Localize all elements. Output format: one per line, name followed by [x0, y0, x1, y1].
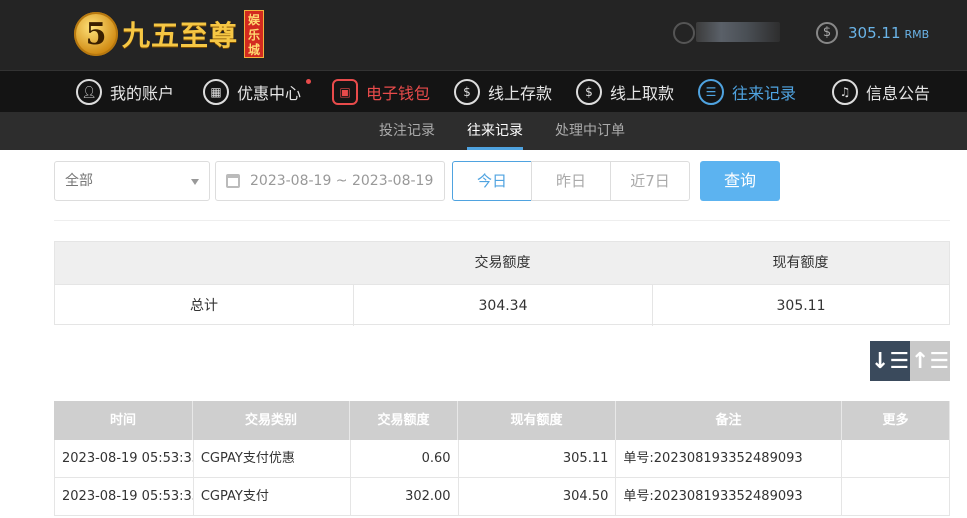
- main-nav: 👤︎ 我的账户 ▦ 优惠中心 ▣ 电子钱包 $ 线上存款 $ 线上取款 ☰ 往来…: [0, 70, 967, 112]
- summary-table: 交易额度 现有额度 总计 304.34 305.11: [54, 241, 950, 326]
- balance-amount: 305.11: [848, 24, 901, 42]
- nav-label: 信息公告: [866, 84, 931, 103]
- sort-ascending-button[interactable]: ↑☰: [910, 341, 950, 381]
- sub-nav: 投注记录 往来记录 处理中订单: [0, 112, 967, 150]
- nav-label: 线上存款: [488, 84, 553, 103]
- column-header-time: 时间: [54, 401, 193, 440]
- balance-unit: RMB: [904, 28, 930, 41]
- calendar-icon: [226, 174, 240, 188]
- divider: [54, 220, 950, 221]
- summary-header: 交易额度 现有额度: [55, 242, 949, 284]
- segment-today[interactable]: 今日: [452, 161, 532, 201]
- cell-time: 2023-08-19 05:53:35: [55, 478, 194, 515]
- user-icon: 👤︎: [76, 79, 102, 105]
- cell-more[interactable]: [842, 478, 951, 515]
- summary-header-cell: 交易额度: [474, 255, 531, 271]
- summary-cell: 304.34: [353, 285, 652, 326]
- cell-amount: 302.00: [351, 478, 459, 515]
- nav-label: 电子钱包: [366, 84, 431, 103]
- summary-header-cell: [55, 242, 353, 284]
- sort-desc-icon: ↓☰: [870, 348, 910, 374]
- cell-type: CGPAY支付: [194, 478, 351, 515]
- type-select[interactable]: 全部: [54, 161, 210, 201]
- cell-amount: 0.60: [351, 440, 459, 477]
- summary-cell: 305.11: [652, 285, 949, 326]
- deposit-icon: $: [454, 79, 480, 105]
- logo-text: 九五至尊: [122, 19, 239, 52]
- dollar-icon: $: [816, 22, 838, 44]
- query-button[interactable]: 查询: [700, 161, 780, 201]
- cell-more[interactable]: [842, 440, 951, 477]
- records-table: 时间 交易类别 交易额度 现有额度 备注 更多 2023-08-19 05:53…: [54, 401, 951, 516]
- summary-header-cell: 现有额度: [772, 255, 829, 271]
- logo-seal: 娱乐城: [244, 10, 265, 58]
- cell-remark: 单号:202308193352489093: [616, 478, 843, 515]
- nav-promotions[interactable]: ▦ 优惠中心: [203, 77, 312, 107]
- nav-label: 优惠中心: [237, 84, 302, 103]
- sort-asc-icon: ↑☰: [910, 348, 950, 374]
- site-logo[interactable]: 5 九五至尊 娱乐城: [74, 8, 265, 60]
- sort-descending-button[interactable]: ↓☰: [870, 341, 910, 381]
- column-header-more: 更多: [842, 401, 950, 440]
- cell-balance: 304.50: [459, 478, 617, 515]
- summary-cell: 总计: [190, 298, 218, 314]
- column-header-amount: 交易额度: [350, 401, 458, 440]
- column-header-balance: 现有额度: [458, 401, 616, 440]
- date-range-input[interactable]: 2023-08-19 ~ 2023-08-19: [215, 161, 445, 201]
- account-avatar-icon[interactable]: [673, 22, 695, 44]
- tab-pending-orders[interactable]: 处理中订单: [555, 112, 625, 150]
- nav-label: 线上取款: [610, 84, 675, 103]
- cell-time: 2023-08-19 05:53:35: [55, 440, 194, 477]
- column-header-remark: 备注: [616, 401, 842, 440]
- nav-e-wallet[interactable]: ▣ 电子钱包: [332, 77, 430, 107]
- cell-type: CGPAY支付优惠: [194, 440, 351, 477]
- type-select-value: 全部: [65, 173, 93, 189]
- notification-dot: [306, 79, 312, 84]
- tab-transaction-records[interactable]: 往来记录: [467, 112, 523, 150]
- top-header: 5 九五至尊 娱乐城 $ 305.11 RMB: [0, 0, 967, 70]
- tab-bet-records[interactable]: 投注记录: [379, 112, 435, 150]
- nav-my-account[interactable]: 👤︎ 我的账户: [76, 77, 174, 107]
- segment-last-7-days[interactable]: 近7日: [610, 161, 690, 201]
- wallet-icon: ▣: [332, 79, 358, 105]
- withdraw-icon: $: [576, 79, 602, 105]
- gift-icon: ▦: [203, 79, 229, 105]
- nav-online-withdraw[interactable]: $ 线上取款: [576, 77, 674, 107]
- balance-display: 305.11 RMB: [848, 24, 929, 42]
- nav-transaction-records[interactable]: ☰ 往来记录: [698, 77, 796, 107]
- nav-online-deposit[interactable]: $ 线上存款: [454, 77, 552, 107]
- logo-emblem: 5: [74, 12, 118, 56]
- summary-total-row: 总计 304.34 305.11: [55, 284, 949, 326]
- cell-balance: 305.11: [459, 440, 617, 477]
- date-range-value: 2023-08-19 ~ 2023-08-19: [250, 173, 434, 189]
- cell-remark: 单号:202308193352489093: [616, 440, 843, 477]
- records-header: 时间 交易类别 交易额度 现有额度 备注 更多: [54, 401, 950, 440]
- bell-icon: ♫: [832, 79, 858, 105]
- nav-announcements[interactable]: ♫ 信息公告: [832, 77, 930, 107]
- records-icon: ☰: [698, 79, 724, 105]
- username-masked: [696, 22, 780, 42]
- table-row[interactable]: 2023-08-19 05:53:35 CGPAY支付优惠 0.60 305.1…: [54, 440, 951, 478]
- segment-yesterday[interactable]: 昨日: [531, 161, 611, 201]
- column-header-type: 交易类别: [193, 401, 350, 440]
- table-row[interactable]: 2023-08-19 05:53:35 CGPAY支付 302.00 304.5…: [54, 478, 951, 516]
- caret-down-icon: [191, 179, 199, 185]
- nav-label: 往来记录: [732, 84, 797, 103]
- nav-label: 我的账户: [110, 84, 175, 103]
